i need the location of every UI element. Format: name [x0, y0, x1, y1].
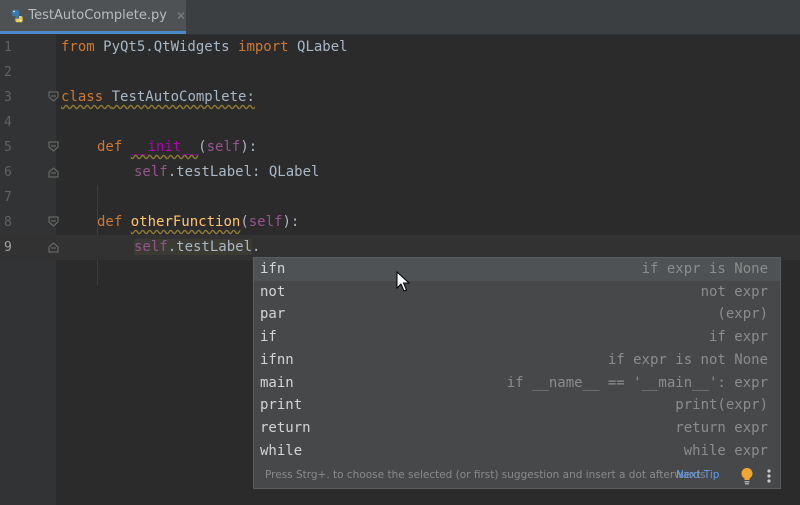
completion-name: ifnn [260, 351, 294, 368]
lightbulb-icon[interactable] [740, 467, 754, 485]
completion-item[interactable]: main if __name__ == '__main__': expr [254, 372, 780, 395]
completion-desc: if expr [708, 329, 768, 346]
fold-marker-icon[interactable] [48, 216, 59, 227]
completion-popup: ifn if expr is None not not expr par (ex… [253, 257, 781, 489]
code-text: def otherFunction(self): [97, 214, 300, 230]
python-file-icon [11, 9, 23, 22]
completion-name: ifn [260, 261, 286, 277]
completion-footer: Press Strg+. to choose the selected (or … [254, 464, 780, 488]
code-line-5: 5 def __init__(self): [0, 135, 800, 160]
completion-desc: if expr is None [641, 261, 768, 277]
fold-marker-icon[interactable] [48, 91, 59, 102]
code-text: self.testLabel. [134, 239, 261, 255]
completion-desc: return expr [675, 419, 768, 436]
completion-hint: Press Strg+. to choose the selected (or … [265, 469, 706, 481]
completion-item[interactable]: ifn if expr is None [254, 258, 780, 281]
line-number: 5 [4, 140, 12, 155]
completion-name: while [260, 442, 303, 459]
completion-desc: while expr [683, 442, 768, 459]
tab-filename: TestAutoComplete.py [28, 8, 167, 23]
code-line-2: 2 [0, 60, 800, 85]
editor-tab-bar: TestAutoComplete.py ✕ [0, 0, 800, 35]
indent-guide [97, 260, 98, 285]
line-number: 4 [4, 115, 12, 130]
code-line-8: 8 def otherFunction(self): [0, 210, 800, 235]
more-options-icon[interactable] [766, 468, 772, 484]
code-line-4: 4 [0, 110, 800, 135]
tab-testautocomplete[interactable]: TestAutoComplete.py ✕ [0, 0, 186, 34]
code-line-7: 7 [0, 185, 800, 210]
line-number: 1 [4, 40, 12, 55]
next-tip-link[interactable]: Next Tip [676, 469, 719, 481]
line-number: 6 [4, 165, 12, 180]
completion-item[interactable]: if if expr [254, 326, 780, 349]
completion-item[interactable]: return return expr [254, 417, 780, 440]
code-line-3: 3 class TestAutoComplete: [0, 85, 800, 110]
fold-end-icon[interactable] [48, 242, 59, 253]
code-text: from PyQt5.QtWidgets import QLabel [61, 39, 348, 55]
completion-item[interactable]: par (expr) [254, 303, 780, 326]
code-text: self.testLabel: QLabel [134, 164, 320, 180]
code-line-6: 6 self.testLabel: QLabel [0, 160, 800, 185]
line-number: 7 [4, 190, 12, 205]
completion-name: main [260, 374, 294, 391]
completion-desc: print(expr) [675, 397, 768, 414]
completion-desc: if __name__ == '__main__': expr [506, 374, 768, 391]
completion-item[interactable]: not not expr [254, 281, 780, 304]
line-number: 2 [4, 65, 12, 80]
mouse-pointer-icon [396, 271, 410, 292]
code-line-1: 1 from PyQt5.QtWidgets import QLabel [0, 35, 800, 60]
completion-desc: (expr) [717, 306, 768, 323]
completion-name: if [260, 329, 277, 346]
code-text: class TestAutoComplete: [61, 89, 255, 105]
line-number: 8 [4, 215, 12, 230]
completion-name: not [260, 283, 286, 300]
completion-name: par [260, 306, 286, 323]
line-number: 3 [4, 90, 12, 105]
completion-desc: if expr is not None [607, 351, 768, 368]
completion-name: print [260, 397, 303, 414]
fold-end-icon[interactable] [48, 167, 59, 178]
completion-item[interactable]: while while expr [254, 440, 780, 463]
fold-marker-icon[interactable] [48, 141, 59, 152]
completion-name: return [260, 419, 311, 436]
close-icon[interactable]: ✕ [176, 9, 186, 23]
completion-desc: not expr [700, 283, 768, 300]
line-number: 9 [4, 240, 12, 255]
code-text: def __init__(self): [97, 139, 258, 155]
completion-item[interactable]: ifnn if expr is not None [254, 349, 780, 372]
completion-item[interactable]: print print(expr) [254, 394, 780, 417]
